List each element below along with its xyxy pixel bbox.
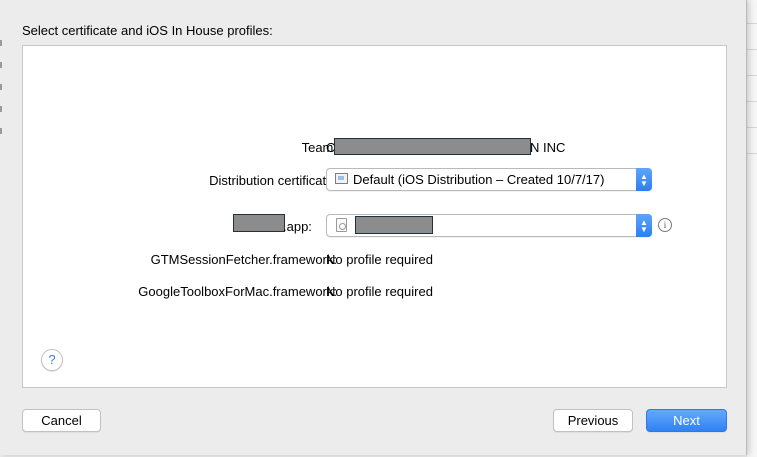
- certificate-label: Distribution certificate:: [209, 173, 337, 188]
- chevron-updown-icon: ▲ ▼: [636, 168, 652, 191]
- team-value-suffix: N INC: [530, 140, 566, 155]
- info-icon[interactable]: i: [658, 218, 672, 232]
- edge-tick: [0, 128, 2, 134]
- help-button[interactable]: ?: [41, 349, 63, 371]
- background-divider: [747, 101, 757, 102]
- app-profile-popup[interactable]: ▲ ▼: [326, 214, 652, 237]
- certificate-icon: [335, 173, 348, 184]
- app-label: .app:: [283, 219, 312, 234]
- background-divider: [747, 127, 757, 128]
- edge-tick: [0, 84, 2, 90]
- edge-tick: [0, 40, 2, 46]
- certificate-popup[interactable]: Default (iOS Distribution – Created 10/7…: [326, 168, 652, 191]
- framework-label: GTMSessionFetcher.framework:: [150, 252, 337, 267]
- framework-label: GoogleToolboxForMac.framework:: [138, 284, 337, 299]
- previous-button[interactable]: Previous: [553, 409, 633, 432]
- cancel-button[interactable]: Cancel: [22, 409, 101, 432]
- framework-value: No profile required: [326, 252, 433, 267]
- edge-tick: [0, 62, 2, 68]
- export-dialog: Select certificate and iOS In House prof…: [0, 0, 747, 455]
- background-window: [747, 0, 757, 457]
- edge-tick: [0, 106, 2, 112]
- provisioning-profile-icon: [336, 218, 347, 232]
- background-divider: [747, 153, 757, 154]
- dialog-header: Select certificate and iOS In House prof…: [22, 23, 273, 38]
- background-divider: [747, 75, 757, 76]
- background-divider: [747, 49, 757, 50]
- background-divider: [747, 23, 757, 24]
- framework-value: No profile required: [326, 284, 433, 299]
- app-name-redaction: [233, 214, 285, 232]
- profile-name-redaction: [355, 216, 433, 234]
- certificate-selected: Default (iOS Distribution – Created 10/7…: [353, 172, 605, 187]
- chevron-updown-icon: ▲ ▼: [636, 214, 652, 237]
- next-button[interactable]: Next: [646, 409, 727, 432]
- team-name-redaction: [334, 138, 531, 155]
